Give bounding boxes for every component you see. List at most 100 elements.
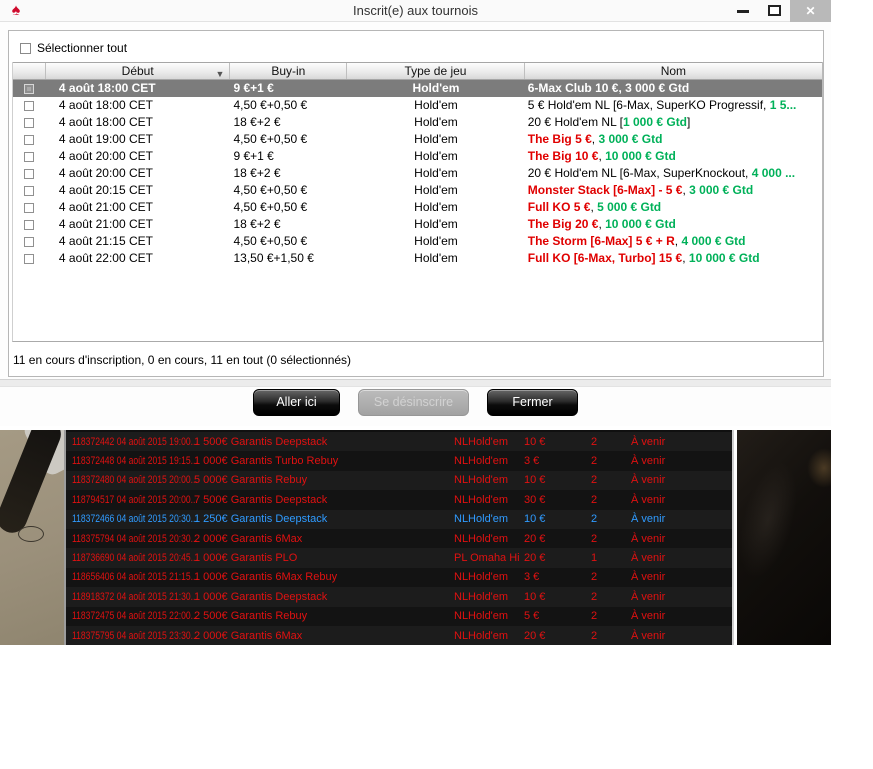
row-checkbox[interactable]: [24, 100, 35, 111]
lobby-row[interactable]: 118372475 04 août 2015 22:00... 2 500€ Ga…: [66, 606, 732, 626]
minimize-icon: [737, 10, 749, 13]
table-row[interactable]: 4 août 22:00 CET 13,50 €+1,50 € Hold'em Ful…: [13, 250, 822, 267]
lobby-row-game: NLHold'em: [454, 455, 509, 468]
fur-sheen-shape: [737, 455, 808, 585]
lobby-row[interactable]: 118372442 04 août 2015 19:00... 1 500€ Ga…: [66, 432, 732, 452]
header-buyin[interactable]: Buy-in: [230, 63, 348, 79]
row-checkbox[interactable]: [24, 185, 35, 196]
table-header: Début ▼ Buy-in Type de jeu Nom: [13, 62, 822, 80]
row-checkbox[interactable]: [24, 83, 35, 94]
table-row[interactable]: 4 août 18:00 CET 18 €+2 € Hold'em 20 € Hold…: [13, 114, 822, 131]
lobby-row[interactable]: 118372480 04 août 2015 20:00... 5 000€ Ga…: [66, 470, 732, 491]
header-game-type[interactable]: Type de jeu: [347, 63, 525, 79]
lobby-row-id-date: 118736690 04 août 2015 20:45...: [72, 552, 198, 565]
row-c1: 4 août 18:00 CET: [58, 81, 156, 95]
row-c3: Hold'em: [414, 183, 458, 197]
lobby-row-id-date: 118794517 04 août 2015 20:00...: [72, 493, 198, 506]
maximize-button[interactable]: [759, 0, 790, 22]
table-row[interactable]: 4 août 21:00 CET 4,50 €+0,50 € Hold'em Full…: [13, 199, 822, 216]
header-start[interactable]: Début ▼: [46, 63, 231, 79]
row-checkbox[interactable]: [24, 151, 35, 162]
row-tournament-name: Full KO [6-Max, Turbo] 15 €, 10 000 € Gt…: [527, 251, 760, 265]
lobby-row-game: PL Omaha Hi: [454, 552, 520, 565]
lobby-row-name: 1 000€ Garantis Deepstack: [194, 590, 328, 603]
row-c2: 4,50 €+0,50 €: [233, 98, 308, 112]
lobby-row-game: NLHold'em: [454, 610, 509, 623]
screen: ♠ ★ Inscrit(e) aux tournois ✕ Sélectionn…: [0, 0, 873, 769]
lobby-row[interactable]: 118736690 04 août 2015 20:45... 1 000€ Ga…: [66, 548, 732, 568]
lobby-row-id-date: 118918372 04 août 2015 21:30...: [72, 590, 198, 603]
row-c1: 4 août 19:00 CET: [58, 132, 153, 146]
title-bar[interactable]: ♠ ★ Inscrit(e) aux tournois ✕: [0, 0, 831, 22]
lobby-row-buyin: 20 €: [524, 552, 546, 565]
lobby-row-tables: 2: [591, 629, 598, 642]
lobby-row[interactable]: 118794517 04 août 2015 20:00... 7 500€ Ga…: [66, 490, 732, 510]
lobby-row-name: 1 000€ Garantis Turbo Rebuy: [194, 455, 339, 468]
lobby-row-id-date: 118375794 04 août 2015 20:30...: [72, 532, 198, 545]
lobby-row[interactable]: 118372466 04 août 2015 20:30... 1 250€ Ga…: [66, 509, 732, 529]
table-row[interactable]: 4 août 18:00 CET 4,50 €+0,50 € Hold'em 5 € …: [13, 97, 822, 114]
row-checkbox[interactable]: [24, 236, 35, 247]
row-c3: Hold'em: [414, 234, 458, 248]
lobby-row-tables: 2: [591, 455, 598, 468]
lobby-row-status: À venir: [631, 493, 666, 506]
lobby-row-id-date: 118375795 04 août 2015 23:30...: [72, 629, 198, 642]
minimize-button[interactable]: [728, 0, 759, 22]
lobby-row-tables: 2: [591, 532, 598, 545]
go-here-button[interactable]: Aller ici: [253, 389, 340, 416]
row-checkbox[interactable]: [24, 117, 35, 128]
header-checkbox-column[interactable]: [13, 63, 46, 79]
lobby-row-status: À venir: [631, 590, 666, 603]
lobby-row-game: NLHold'em: [454, 513, 509, 526]
select-all-checkbox[interactable]: [20, 42, 31, 54]
lobby-row-tables: 2: [591, 474, 598, 487]
row-c2: 9 €+1 €: [233, 81, 274, 95]
lobby-table-body: 118372442 04 août 2015 19:00... 1 500€ Ga…: [66, 432, 732, 645]
close-dialog-button[interactable]: Fermer: [487, 389, 578, 416]
table-row[interactable]: 4 août 20:00 CET 9 €+1 € Hold'em The Big 10…: [13, 148, 822, 165]
select-all-control[interactable]: Sélectionner tout: [20, 41, 127, 55]
desktop-photo-right: [737, 430, 831, 645]
close-icon: ✕: [805, 4, 816, 18]
lobby-row[interactable]: 118918372 04 août 2015 21:30... 1 000€ Ga…: [66, 587, 732, 607]
table-row[interactable]: 4 août 20:15 CET 4,50 €+0,50 € Hold'em Mons…: [13, 182, 822, 199]
table-row[interactable]: 4 août 21:00 CET 18 €+2 € Hold'em The Big 2…: [13, 216, 822, 233]
row-c1: 4 août 20:15 CET: [58, 183, 153, 197]
lobby-row-id-date: 118656406 04 août 2015 21:15...: [72, 571, 198, 584]
row-c2: 4,50 €+0,50 €: [233, 132, 308, 146]
lobby-row-status: À venir: [631, 571, 666, 584]
lobby-row-buyin: 3 €: [524, 571, 540, 584]
table-row[interactable]: 4 août 20:00 CET 18 €+2 € Hold'em 20 € Hold…: [13, 165, 822, 182]
sort-desc-icon: ▼: [215, 69, 225, 79]
close-button[interactable]: ✕: [790, 0, 831, 22]
lobby-row-name: 1 250€ Garantis Deepstack: [194, 513, 328, 526]
row-c2: 9 €+1 €: [233, 149, 274, 163]
lobby-row-status: À venir: [631, 610, 666, 623]
row-checkbox[interactable]: [24, 253, 35, 264]
lobby-row-game: NLHold'em: [454, 435, 509, 448]
header-name[interactable]: Nom: [525, 63, 822, 79]
status-text: 11 en cours d'inscription, 0 en cours, 1…: [13, 353, 352, 367]
row-checkbox[interactable]: [24, 202, 35, 213]
row-checkbox[interactable]: [24, 219, 35, 230]
row-tournament-name: The Storm [6-Max] 5 € + R, 4 000 € Gtd: [527, 234, 746, 248]
row-checkbox[interactable]: [24, 168, 35, 179]
row-tournament-name: 5 € Hold'em NL [6-Max, SuperKO Progressi…: [527, 98, 797, 112]
row-c1: 4 août 21:15 CET: [58, 234, 153, 248]
lobby-row-buyin: 10 €: [524, 435, 546, 448]
lobby-row[interactable]: 118372448 04 août 2015 19:15... 1 000€ Ga…: [66, 451, 732, 471]
row-checkbox[interactable]: [24, 134, 35, 145]
lobby-row[interactable]: 118375795 04 août 2015 23:30... 2 000€ Ga…: [66, 625, 732, 645]
window-title: Inscrit(e) aux tournois: [353, 3, 478, 18]
table-row[interactable]: 4 août 18:00 CET 9 €+1 € Hold'em 6-Max Club…: [13, 80, 822, 97]
fur-highlight-shape: [807, 448, 831, 488]
row-c3: Hold'em: [414, 132, 458, 146]
table-row[interactable]: 4 août 19:00 CET 4,50 €+0,50 € Hold'em The …: [13, 131, 822, 148]
lobby-row[interactable]: 118656406 04 août 2015 21:15... 1 000€ Ga…: [66, 567, 732, 588]
table-row[interactable]: 4 août 21:15 CET 4,50 €+0,50 € Hold'em The …: [13, 233, 822, 250]
lobby-row[interactable]: 118375794 04 août 2015 20:30... 2 000€ Ga…: [66, 528, 732, 549]
unregister-button[interactable]: Se désinscrire: [358, 389, 469, 416]
row-c1: 4 août 21:00 CET: [58, 200, 153, 214]
lobby-row-buyin: 20 €: [524, 629, 546, 642]
row-c3: Hold'em: [412, 81, 460, 95]
